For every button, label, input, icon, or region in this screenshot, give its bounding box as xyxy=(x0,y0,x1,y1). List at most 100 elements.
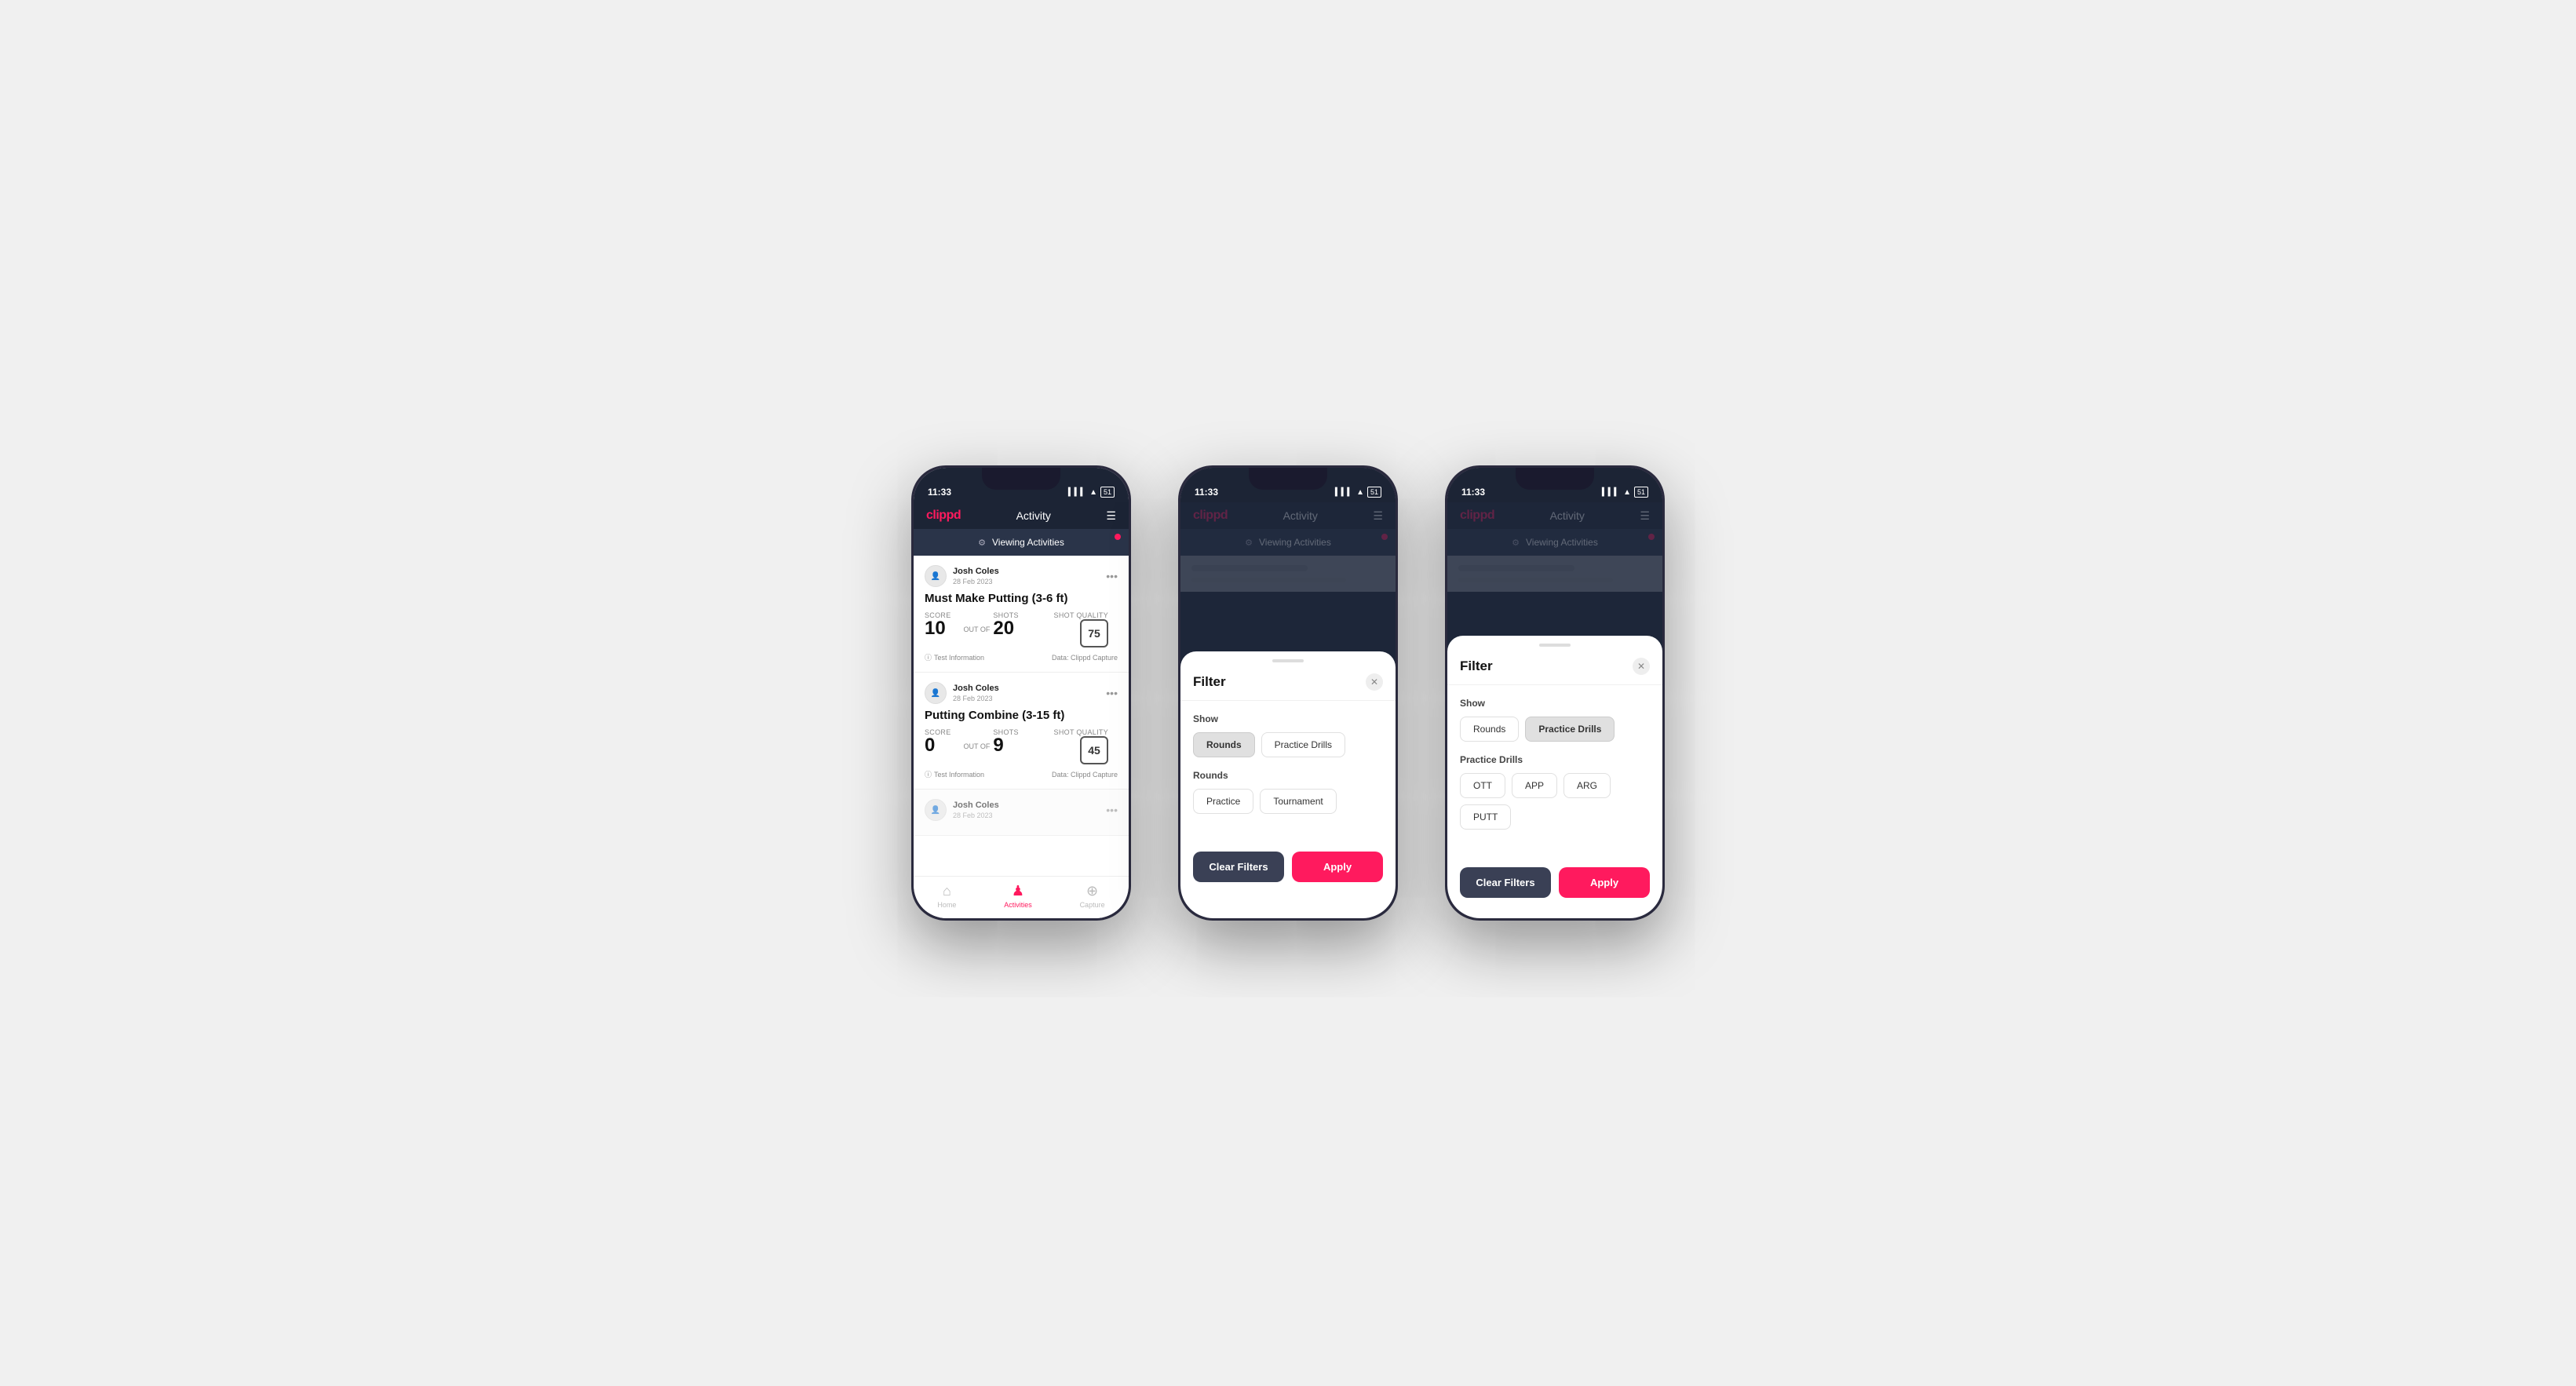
activity-card-1: 👤 Josh Coles 28 Feb 2023 ••• Must Make P… xyxy=(914,556,1129,673)
avatar-icon-2: 👤 xyxy=(931,689,940,698)
shot-quality-group-1: Shot Quality 75 xyxy=(1054,611,1108,647)
user-name-2: Josh Coles xyxy=(953,684,999,694)
modal-header-2: Filter ✕ xyxy=(1180,662,1396,701)
wifi-icon-2: ▲ xyxy=(1356,488,1364,497)
status-time: 11:33 xyxy=(928,487,951,498)
avatar-2: 👤 xyxy=(925,682,947,704)
shot-quality-group-2: Shot Quality 45 xyxy=(1054,728,1108,764)
viewing-bar[interactable]: ⚙ Viewing Activities xyxy=(914,529,1129,556)
clear-filters-button-2[interactable]: Clear Filters xyxy=(1193,852,1284,882)
user-details-2: Josh Coles 28 Feb 2023 xyxy=(953,684,999,702)
hamburger-icon[interactable]: ☰ xyxy=(1106,509,1116,523)
signal-icon: ▍▍▍ xyxy=(1068,488,1086,497)
modal-footer-2: Clear Filters Apply xyxy=(1180,839,1396,882)
stats-row-1: Score 10 OUT OF Shots 20 Shot Quality 75 xyxy=(925,611,1118,647)
filter-btn-app-3[interactable]: APP xyxy=(1512,773,1557,798)
home-label: Home xyxy=(937,901,956,909)
more-menu-3[interactable]: ••• xyxy=(1106,804,1118,816)
rounds-filter-buttons-2: Practice Tournament xyxy=(1193,789,1383,814)
user-name-3: Josh Coles xyxy=(953,801,999,811)
nav-item-activities[interactable]: ♟ Activities xyxy=(1004,883,1032,909)
score-value-1: 10 xyxy=(925,619,951,638)
shot-quality-value-2: 45 xyxy=(1088,744,1100,757)
filter-btn-practice-round-2[interactable]: Practice xyxy=(1193,789,1253,814)
signal-icon-3: ▍▍▍ xyxy=(1602,488,1620,497)
user-details-3: Josh Coles 28 Feb 2023 xyxy=(953,801,999,819)
avatar-3: 👤 xyxy=(925,799,947,821)
filter-btn-ott-3[interactable]: OTT xyxy=(1460,773,1505,798)
practice-drills-label-3: Practice Drills xyxy=(1460,754,1650,765)
modal-close-3[interactable]: ✕ xyxy=(1633,658,1650,675)
card-footer-2: ⓘ Test Information Data: Clippd Capture xyxy=(925,769,1118,779)
clear-filters-button-3[interactable]: Clear Filters xyxy=(1460,867,1551,898)
activities-icon: ♟ xyxy=(1012,883,1024,899)
phones-container: 11:33 ▍▍▍ ▲ 51 clippd Activity ☰ ⚙ Viewi… xyxy=(911,465,1665,921)
notch xyxy=(982,468,1060,490)
card-title-1: Must Make Putting (3-6 ft) xyxy=(925,592,1118,605)
modal-title-2: Filter xyxy=(1193,674,1226,690)
phone-1-screen: 11:33 ▍▍▍ ▲ 51 clippd Activity ☰ ⚙ Viewi… xyxy=(914,468,1129,918)
notch-3 xyxy=(1516,468,1594,490)
brand-logo: clippd xyxy=(926,509,961,523)
user-info-2: 👤 Josh Coles 28 Feb 2023 xyxy=(925,682,999,704)
status-icons-2: ▍▍▍ ▲ 51 xyxy=(1335,487,1381,498)
filter-btn-practice-drills-3[interactable]: Practice Drills xyxy=(1525,717,1615,742)
more-menu-2[interactable]: ••• xyxy=(1106,687,1118,699)
filter-btn-putt-3[interactable]: PUTT xyxy=(1460,804,1511,830)
show-label-3: Show xyxy=(1460,698,1650,709)
modal-title-3: Filter xyxy=(1460,658,1493,674)
nav-item-home[interactable]: ⌂ Home xyxy=(937,883,956,909)
home-icon: ⌂ xyxy=(943,883,951,899)
battery-icon-3: 51 xyxy=(1634,487,1648,498)
wifi-icon: ▲ xyxy=(1089,488,1097,497)
score-value-2: 0 xyxy=(925,736,951,755)
top-nav: clippd Activity ☰ xyxy=(914,502,1129,529)
status-time-3: 11:33 xyxy=(1461,487,1485,498)
filter-modal-3: Filter ✕ Show Rounds Practice Drills Pra… xyxy=(1447,636,1662,918)
apply-button-3[interactable]: Apply xyxy=(1559,867,1650,898)
modal-body-3: Show Rounds Practice Drills Practice Dri… xyxy=(1447,685,1662,855)
score-group-2: Score 0 xyxy=(925,728,951,755)
stats-row-2: Score 0 OUT OF Shots 9 Shot Quality 45 xyxy=(925,728,1118,764)
activities-label: Activities xyxy=(1004,901,1032,909)
filter-btn-tournament-2[interactable]: Tournament xyxy=(1260,789,1336,814)
filter-btn-rounds-3[interactable]: Rounds xyxy=(1460,717,1519,742)
activity-card-3: 👤 Josh Coles 28 Feb 2023 ••• xyxy=(914,790,1129,836)
modal-header-3: Filter ✕ xyxy=(1447,647,1662,685)
rounds-label-2: Rounds xyxy=(1193,770,1383,781)
nav-item-capture[interactable]: ⊕ Capture xyxy=(1080,883,1105,909)
info-icon-2: ⓘ xyxy=(925,769,932,779)
card-title-2: Putting Combine (3-15 ft) xyxy=(925,709,1118,722)
modal-close-2[interactable]: ✕ xyxy=(1366,673,1383,691)
card-header-3: 👤 Josh Coles 28 Feb 2023 ••• xyxy=(925,799,1118,821)
filter-btn-arg-3[interactable]: ARG xyxy=(1563,773,1611,798)
shots-group-2: Shots 9 xyxy=(993,728,1019,755)
phone-3-screen: clippd Activity ☰ ⚙ Viewing Activities xyxy=(1447,468,1662,918)
user-date-2: 28 Feb 2023 xyxy=(953,695,999,702)
filter-btn-practice-drills-2[interactable]: Practice Drills xyxy=(1261,732,1345,757)
out-of-1: OUT OF xyxy=(964,626,991,633)
user-date-3: 28 Feb 2023 xyxy=(953,812,999,819)
user-date-1: 28 Feb 2023 xyxy=(953,578,999,585)
more-menu-1[interactable]: ••• xyxy=(1106,570,1118,582)
phone-1: 11:33 ▍▍▍ ▲ 51 clippd Activity ☰ ⚙ Viewi… xyxy=(911,465,1131,921)
signal-icon-2: ▍▍▍ xyxy=(1335,488,1353,497)
avatar-1: 👤 xyxy=(925,565,947,587)
data-source-1: Data: Clippd Capture xyxy=(1052,654,1118,662)
score-group-1: Score 10 xyxy=(925,611,951,638)
avatar-icon-1: 👤 xyxy=(931,572,940,581)
status-icons-3: ▍▍▍ ▲ 51 xyxy=(1602,487,1648,498)
apply-button-2[interactable]: Apply xyxy=(1292,852,1383,882)
user-details-1: Josh Coles 28 Feb 2023 xyxy=(953,567,999,585)
phone-2-screen: clippd Activity ☰ ⚙ Viewing Activities xyxy=(1180,468,1396,918)
notch-2 xyxy=(1249,468,1327,490)
filter-btn-rounds-2[interactable]: Rounds xyxy=(1193,732,1255,757)
show-label-2: Show xyxy=(1193,713,1383,724)
info-icon-1: ⓘ xyxy=(925,652,932,662)
test-info-2: ⓘ Test Information xyxy=(925,769,984,779)
modal-footer-3: Clear Filters Apply xyxy=(1447,855,1662,898)
activity-feed: 👤 Josh Coles 28 Feb 2023 ••• Must Make P… xyxy=(914,556,1129,836)
nav-title: Activity xyxy=(1016,509,1051,522)
wifi-icon-3: ▲ xyxy=(1623,488,1631,497)
shot-quality-badge-2: 45 xyxy=(1080,736,1108,764)
